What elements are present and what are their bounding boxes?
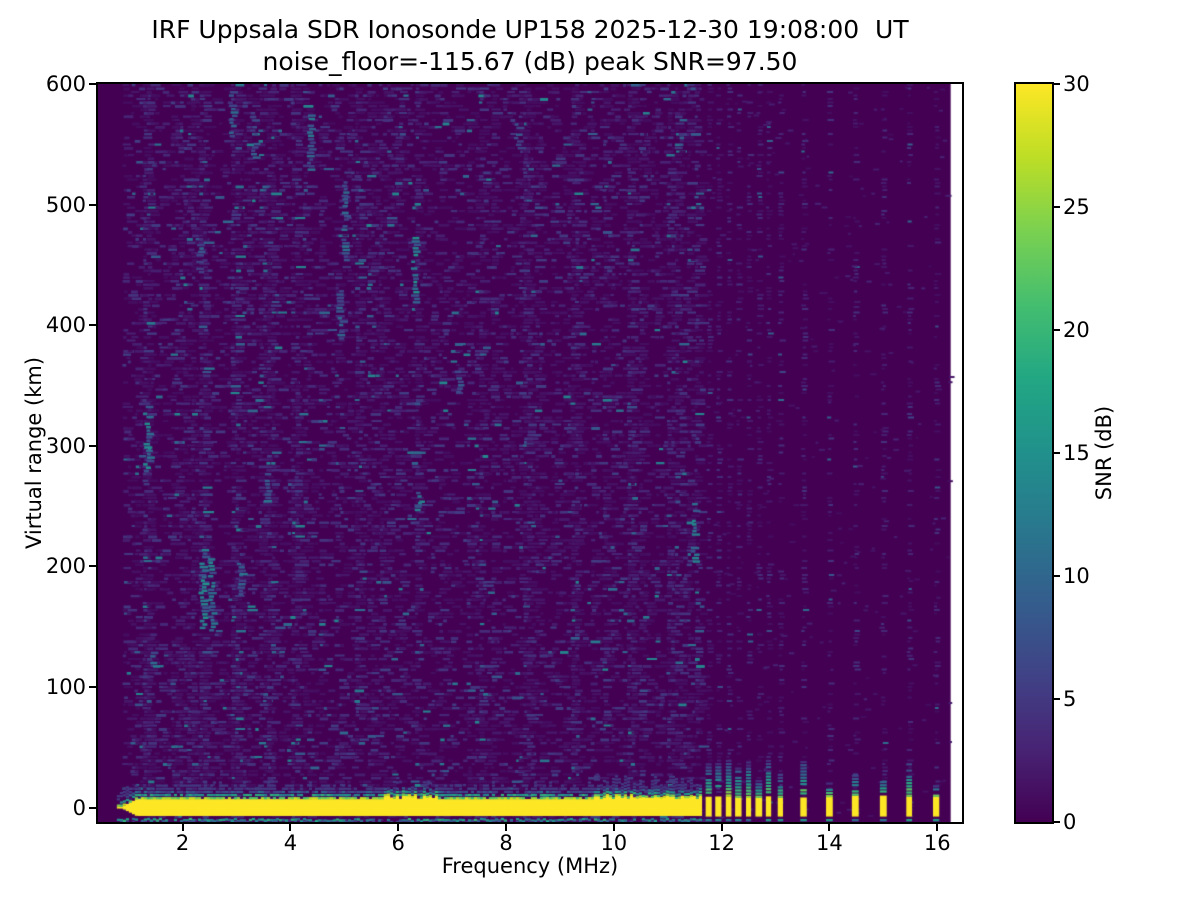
colorbar-tick-label: 30 xyxy=(1063,71,1090,97)
y-tick-label: 0 xyxy=(6,795,86,821)
colorbar-tick-mark xyxy=(1054,698,1060,700)
colorbar-tick-label: 20 xyxy=(1063,317,1090,343)
chart-title-line-2: noise_floor=-115.67 (dB) peak SNR=97.50 xyxy=(96,46,964,78)
y-tick-mark xyxy=(89,807,96,809)
colorbar-tick-label: 5 xyxy=(1063,686,1076,712)
y-tick-mark xyxy=(89,204,96,206)
y-tick-label: 600 xyxy=(6,71,86,97)
colorbar-tick-mark xyxy=(1054,329,1060,331)
colorbar xyxy=(1014,82,1054,824)
x-tick-mark xyxy=(289,824,291,831)
colorbar-tick-mark xyxy=(1054,83,1060,85)
ionogram-heatmap-canvas xyxy=(98,84,962,822)
y-axis-label: Virtual range (km) xyxy=(22,357,46,549)
y-tick-label: 300 xyxy=(6,433,86,459)
y-tick-label: 400 xyxy=(6,312,86,338)
plot-area xyxy=(96,82,964,824)
colorbar-label: SNR (dB) xyxy=(1092,406,1116,500)
colorbar-tick-label: 0 xyxy=(1063,809,1076,835)
x-tick-label: 12 xyxy=(708,831,735,855)
y-tick-label: 500 xyxy=(6,192,86,218)
y-tick-mark xyxy=(89,324,96,326)
x-tick-mark xyxy=(828,824,830,831)
x-tick-mark xyxy=(182,824,184,831)
x-tick-mark xyxy=(397,824,399,831)
colorbar-tick-label: 15 xyxy=(1063,440,1090,466)
colorbar-tick-mark xyxy=(1054,575,1060,577)
x-tick-mark xyxy=(721,824,723,831)
colorbar-gradient-canvas xyxy=(1016,84,1052,822)
y-tick-label: 200 xyxy=(6,553,86,579)
ionogram-figure: IRF Uppsala SDR Ionosonde UP158 2025-12-… xyxy=(0,0,1200,900)
colorbar-tick-mark xyxy=(1054,821,1060,823)
y-tick-label: 100 xyxy=(6,674,86,700)
y-tick-mark xyxy=(89,445,96,447)
x-tick-label: 14 xyxy=(816,831,843,855)
x-tick-mark xyxy=(613,824,615,831)
x-tick-label: 4 xyxy=(284,831,297,855)
x-axis-label: Frequency (MHz) xyxy=(96,854,964,878)
x-tick-label: 8 xyxy=(499,831,512,855)
x-tick-label: 16 xyxy=(924,831,951,855)
chart-title: IRF Uppsala SDR Ionosonde UP158 2025-12-… xyxy=(96,14,964,78)
x-tick-mark xyxy=(936,824,938,831)
colorbar-tick-label: 25 xyxy=(1063,194,1090,220)
y-tick-mark xyxy=(89,686,96,688)
y-tick-mark xyxy=(89,565,96,567)
y-tick-mark xyxy=(89,83,96,85)
x-tick-label: 10 xyxy=(600,831,627,855)
chart-title-line-1: IRF Uppsala SDR Ionosonde UP158 2025-12-… xyxy=(96,14,964,46)
colorbar-tick-mark xyxy=(1054,206,1060,208)
x-tick-label: 6 xyxy=(392,831,405,855)
colorbar-tick-mark xyxy=(1054,452,1060,454)
x-tick-label: 2 xyxy=(176,831,189,855)
colorbar-tick-label: 10 xyxy=(1063,563,1090,589)
x-tick-mark xyxy=(505,824,507,831)
